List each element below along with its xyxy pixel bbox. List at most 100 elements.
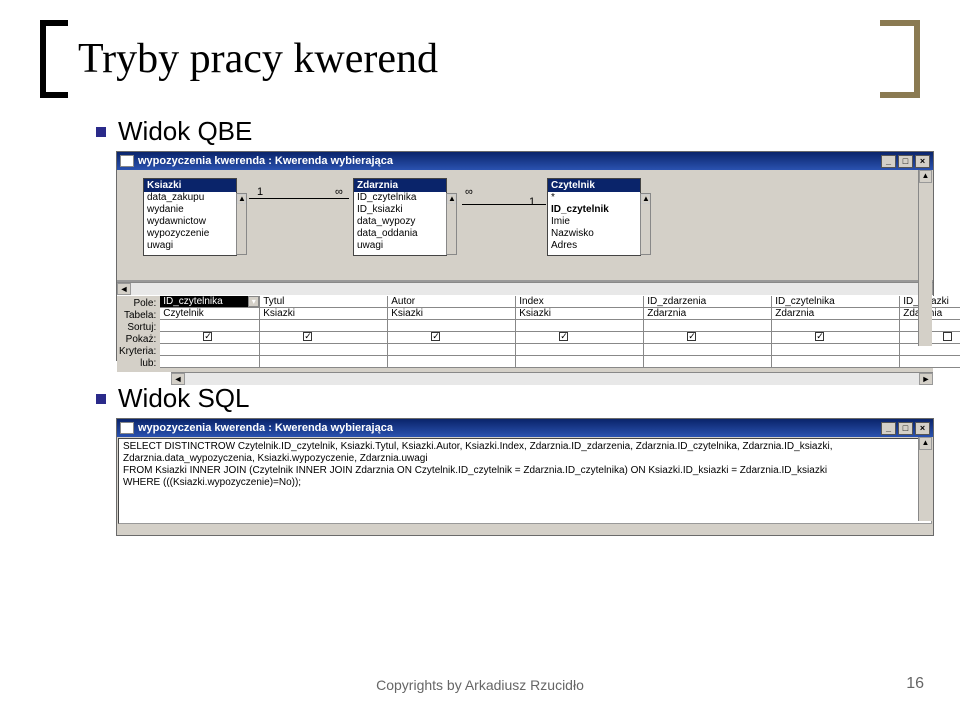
grid-cell[interactable] bbox=[516, 320, 644, 332]
scrollbar[interactable]: ▲ bbox=[446, 193, 457, 255]
grid-cell[interactable]: Ksiazki bbox=[388, 308, 516, 320]
bullet-sql-text: Widok SQL bbox=[118, 383, 250, 414]
field[interactable]: wypozyczenie bbox=[144, 228, 236, 240]
grid-cell[interactable] bbox=[160, 332, 260, 344]
show-checkbox[interactable] bbox=[687, 332, 696, 341]
field[interactable]: data_zakupu bbox=[144, 192, 236, 204]
grid-cell[interactable] bbox=[388, 320, 516, 332]
grid-cell[interactable] bbox=[644, 344, 772, 356]
field[interactable]: data_oddania bbox=[354, 228, 446, 240]
table-header: Zdarznia bbox=[354, 179, 446, 192]
scrollbar[interactable]: ▲ bbox=[236, 193, 247, 255]
grid-cell[interactable] bbox=[260, 356, 388, 368]
grid-cell[interactable]: Index bbox=[516, 296, 644, 308]
show-checkbox[interactable] bbox=[559, 332, 568, 341]
bullet-sql: Widok SQL bbox=[96, 383, 920, 414]
grid-cell[interactable] bbox=[160, 320, 260, 332]
field[interactable]: wydanie bbox=[144, 204, 236, 216]
sql-text-area[interactable]: SELECT DISTINCTROW Czytelnik.ID_czytelni… bbox=[118, 438, 932, 524]
title-bracket-left bbox=[40, 20, 68, 98]
window-title-text: wypozyczenia kwerenda : Kwerenda wybiera… bbox=[138, 155, 881, 167]
scroll-track[interactable] bbox=[131, 283, 919, 295]
scrollbar[interactable]: ▲ bbox=[640, 193, 651, 255]
field[interactable]: Imie bbox=[548, 216, 640, 228]
slide-title: Tryby pracy kwerend bbox=[78, 35, 438, 83]
maximize-button[interactable]: □ bbox=[898, 422, 913, 435]
table-czytelnik[interactable]: Czytelnik * ID_czytelnik Imie Nazwisko A… bbox=[547, 178, 641, 256]
h-scrollbar-bottom[interactable]: ◄ ► bbox=[171, 372, 933, 385]
title-row: Tryby pracy kwerend bbox=[40, 20, 920, 98]
grid-cell[interactable] bbox=[772, 320, 900, 332]
grid-cell[interactable]: Zdarznia bbox=[772, 308, 900, 320]
field[interactable]: wydawnictow bbox=[144, 216, 236, 228]
grid-cell[interactable] bbox=[900, 356, 960, 368]
grid-cell[interactable] bbox=[516, 344, 644, 356]
grid-cell[interactable] bbox=[260, 332, 388, 344]
relation-inf: ∞ bbox=[465, 186, 473, 198]
field[interactable]: data_wypozy bbox=[354, 216, 446, 228]
window-titlebar[interactable]: wypozyczenia kwerenda : Kwerenda wybiera… bbox=[117, 152, 933, 170]
grid-cell[interactable] bbox=[516, 332, 644, 344]
qbe-relationship-pane[interactable]: Ksiazki data_zakupu wydanie wydawnictow … bbox=[117, 170, 933, 282]
grid-cell[interactable] bbox=[644, 320, 772, 332]
grid-cell[interactable] bbox=[260, 344, 388, 356]
table-header: Czytelnik bbox=[548, 179, 640, 192]
show-checkbox[interactable] bbox=[303, 332, 312, 341]
scroll-left-button[interactable]: ◄ bbox=[171, 373, 185, 385]
field[interactable]: ID_czytelnika bbox=[354, 192, 446, 204]
grid-cell[interactable] bbox=[772, 332, 900, 344]
grid-cell[interactable] bbox=[644, 356, 772, 368]
grid-label-pole: Pole: bbox=[119, 298, 156, 310]
grid-cell[interactable]: ID_czytelnika▾ bbox=[160, 296, 260, 308]
grid-cell[interactable] bbox=[644, 332, 772, 344]
grid-cell[interactable] bbox=[772, 356, 900, 368]
window-titlebar[interactable]: wypozyczenia kwerenda : Kwerenda wybiera… bbox=[117, 419, 933, 437]
grid-cell[interactable]: Zdarznia bbox=[644, 308, 772, 320]
grid-cell[interactable]: ID_zdarzenia bbox=[644, 296, 772, 308]
field[interactable]: uwagi bbox=[144, 240, 236, 252]
grid-cell[interactable]: Ksiazki bbox=[260, 308, 388, 320]
table-ksiazki[interactable]: Ksiazki data_zakupu wydanie wydawnictow … bbox=[143, 178, 237, 256]
grid-cell[interactable] bbox=[516, 356, 644, 368]
grid-cell[interactable] bbox=[160, 356, 260, 368]
grid-label-sortuj: Sortuj: bbox=[119, 322, 156, 334]
show-checkbox[interactable] bbox=[203, 332, 212, 341]
qbe-window: wypozyczenia kwerenda : Kwerenda wybiera… bbox=[116, 151, 934, 361]
minimize-button[interactable]: _ bbox=[881, 422, 896, 435]
query-icon bbox=[120, 155, 134, 167]
h-scrollbar-top[interactable]: ◄ ► bbox=[117, 282, 933, 295]
scroll-left-button[interactable]: ◄ bbox=[117, 283, 131, 295]
close-button[interactable]: × bbox=[915, 155, 930, 168]
grid-cell[interactable]: ID_czytelnika bbox=[772, 296, 900, 308]
maximize-button[interactable]: □ bbox=[898, 155, 913, 168]
grid-cell[interactable] bbox=[388, 344, 516, 356]
close-button[interactable]: × bbox=[915, 422, 930, 435]
field[interactable]: * bbox=[548, 192, 640, 204]
field[interactable]: ID_czytelnik bbox=[548, 204, 640, 216]
show-checkbox[interactable] bbox=[431, 332, 440, 341]
grid-cell[interactable]: Ksiazki bbox=[516, 308, 644, 320]
field[interactable]: uwagi bbox=[354, 240, 446, 252]
table-zdarznia[interactable]: Zdarznia ID_czytelnika ID_ksiazki data_w… bbox=[353, 178, 447, 256]
grid-cell[interactable] bbox=[388, 332, 516, 344]
v-scrollbar[interactable]: ▲ bbox=[918, 437, 932, 521]
grid-cell[interactable]: Autor bbox=[388, 296, 516, 308]
scroll-right-button[interactable]: ► bbox=[919, 373, 933, 385]
grid-cell[interactable] bbox=[160, 344, 260, 356]
show-checkbox[interactable] bbox=[943, 332, 952, 341]
field[interactable]: Adres bbox=[548, 240, 640, 252]
minimize-button[interactable]: _ bbox=[881, 155, 896, 168]
grid-cell[interactable] bbox=[388, 356, 516, 368]
grid-cell[interactable]: Czytelnik bbox=[160, 308, 260, 320]
grid-cell[interactable] bbox=[772, 344, 900, 356]
grid-label-lub: lub: bbox=[119, 358, 156, 370]
scroll-track[interactable] bbox=[185, 373, 919, 385]
grid-cell[interactable] bbox=[260, 320, 388, 332]
field[interactable]: Nazwisko bbox=[548, 228, 640, 240]
v-scrollbar[interactable]: ▲ bbox=[918, 170, 932, 346]
show-checkbox[interactable] bbox=[815, 332, 824, 341]
table-header: Ksiazki bbox=[144, 179, 236, 192]
grid-cell[interactable]: Tytul bbox=[260, 296, 388, 308]
field[interactable]: ID_ksiazki bbox=[354, 204, 446, 216]
sql-line: FROM Ksiazki INNER JOIN (Czytelnik INNER… bbox=[123, 465, 927, 477]
